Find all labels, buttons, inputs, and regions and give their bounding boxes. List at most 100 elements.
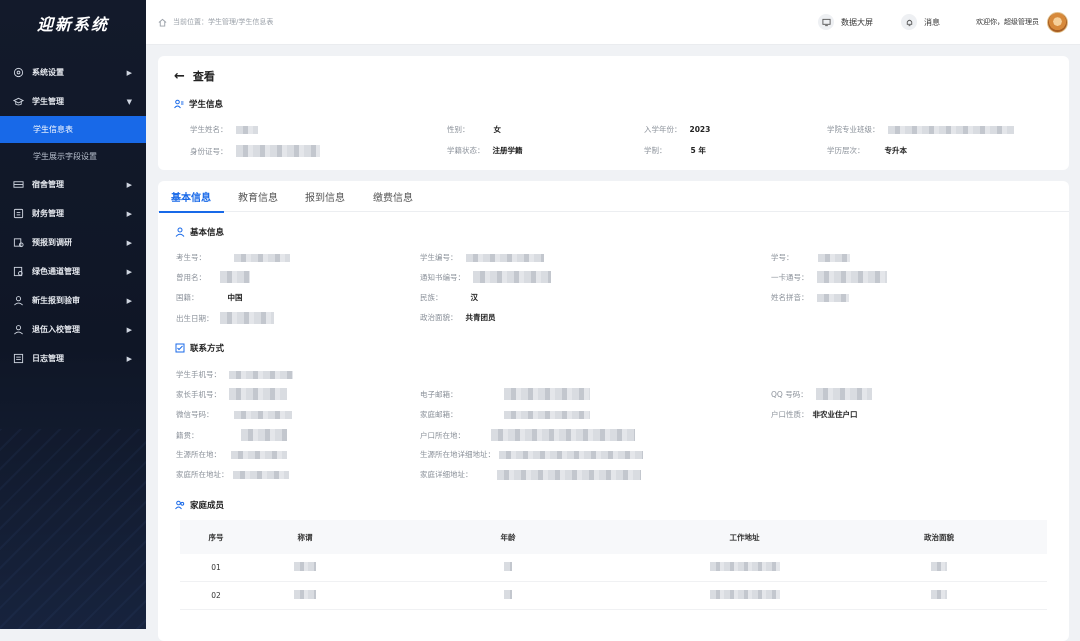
- redacted-value: [503, 410, 590, 419]
- tab-education-info[interactable]: 教育信息: [238, 181, 278, 212]
- back-arrow-icon[interactable]: ←: [174, 69, 185, 84]
- chevron-right-icon: ▶: [126, 238, 132, 247]
- sidebar-item-pre-registration-survey[interactable]: 预报到调研 ▶: [0, 228, 146, 257]
- chevron-down-icon: ▼: [126, 97, 132, 106]
- sidebar-item-registration-review[interactable]: 新生报到验审 ▶: [0, 286, 146, 315]
- redacted-value: [503, 388, 590, 400]
- bell-icon: [901, 14, 917, 30]
- tab-registration-info[interactable]: 报到信息: [305, 181, 345, 212]
- redacted-value: [219, 312, 274, 324]
- field-college-major-class: 学院专业班级：: [827, 124, 1014, 135]
- avatar[interactable]: [1047, 11, 1068, 33]
- chevron-right-icon: ▶: [126, 296, 132, 305]
- redacted-value: [235, 125, 258, 134]
- field-parent-mobile: 家长手机号：: [176, 388, 287, 400]
- field-exam-number: 考生号：: [176, 252, 290, 263]
- sidebar-item-veteran-admission[interactable]: 退伍入校管理 ▶: [0, 315, 146, 344]
- sidebar-menu: 系统设置 ▶ 学生管理 ▼ 学生信息表 学生展示字段设置 宿舍管理 ▶ 财务管理…: [0, 58, 146, 373]
- field-source-address-detail: 生源所在地详细地址：: [420, 449, 643, 460]
- redacted-value: [504, 590, 512, 599]
- contact-card-icon: [175, 343, 185, 353]
- column-header: 年龄: [500, 532, 516, 542]
- sidebar-item-label: 预报到调研: [32, 238, 72, 247]
- redacted-value: [499, 450, 643, 459]
- home-icon: [158, 18, 167, 27]
- user-group-icon: [174, 99, 184, 109]
- green-channel-icon: [13, 266, 24, 277]
- field-source-location: 生源所在地：: [176, 449, 287, 460]
- sidebar-item-label: 退伍入校管理: [32, 325, 80, 334]
- sidebar-item-green-channel[interactable]: 绿色通道管理 ▶: [0, 257, 146, 286]
- finance-icon: [13, 208, 24, 219]
- chevron-right-icon: ▶: [126, 180, 132, 189]
- sidebar-item-finance[interactable]: 财务管理 ▶: [0, 199, 146, 228]
- breadcrumb: 当前位置：学生管理/学生信息表: [158, 17, 273, 27]
- field-qq: QQ 号码：: [771, 388, 872, 400]
- settings-icon: [13, 67, 24, 78]
- contact-heading: 联系方式: [175, 342, 224, 354]
- monitor-icon: [818, 14, 834, 30]
- data-screen-button[interactable]: 数据大屏: [818, 14, 873, 30]
- sidebar-item-label: 新生报到验审: [32, 296, 80, 305]
- row-number: 02: [211, 591, 221, 600]
- field-home-mailbox: 家庭邮箱：: [420, 409, 590, 420]
- column-header: 工作地址: [729, 532, 760, 542]
- user-icon: [175, 227, 185, 237]
- sidebar-item-label: 系统设置: [32, 68, 64, 77]
- sidebar-item-system-settings[interactable]: 系统设置 ▶: [0, 58, 146, 87]
- field-home-address: 家庭所在地址：: [176, 469, 289, 480]
- redacted-value: [294, 562, 316, 571]
- top-bar: 当前位置：学生管理/学生信息表 数据大屏 消息 欢迎你，超级管理员: [146, 0, 1080, 45]
- chevron-right-icon: ▶: [126, 68, 132, 77]
- sidebar-item-student-management[interactable]: 学生管理 ▼: [0, 87, 146, 116]
- redacted-value: [465, 253, 544, 262]
- redacted-value: [231, 450, 287, 459]
- field-id-number: 身份证号：: [190, 145, 320, 157]
- sidebar-item-label: 学生管理: [32, 97, 64, 106]
- sidebar: 迎新系统 系统设置 ▶ 学生管理 ▼ 学生信息表 学生展示字段设置 宿舍管理 ▶…: [0, 0, 146, 629]
- field-study-length: 学制： 5 年: [644, 146, 706, 155]
- sidebar-item-log-management[interactable]: 日志管理 ▶: [0, 344, 146, 373]
- survey-icon: [13, 237, 24, 248]
- messages-button[interactable]: 消息: [901, 14, 940, 30]
- field-home-address-detail: 家庭详细地址：: [420, 469, 641, 480]
- page-title: ← 查看: [174, 68, 215, 84]
- redacted-value: [504, 562, 512, 571]
- student-info-card: ← 查看 学生信息 学生姓名： 性别：女 入学年份： 2023 学院专业班级： 身…: [158, 56, 1069, 170]
- bed-icon: [13, 179, 24, 190]
- redacted-value: [709, 590, 780, 599]
- chevron-right-icon: ▶: [126, 267, 132, 276]
- redacted-value: [817, 253, 850, 262]
- field-nationality: 国籍： 中国: [176, 293, 243, 302]
- field-hukou-type: 户口性质： 非农业住户口: [771, 410, 858, 419]
- field-enroll-status: 学籍状态： 注册学籍: [447, 146, 523, 155]
- sidebar-subitem-display-fields[interactable]: 学生展示字段设置: [0, 143, 146, 170]
- user-group-icon: [175, 500, 185, 510]
- tab-basic-info[interactable]: 基本信息: [159, 181, 224, 213]
- table-row: 02: [180, 582, 1047, 610]
- chevron-right-icon: ▶: [126, 354, 132, 363]
- sidebar-item-label: 财务管理: [32, 209, 64, 218]
- row-number: 01: [211, 563, 221, 572]
- chevron-right-icon: ▶: [126, 325, 132, 334]
- detail-tabs: 基本信息 教育信息 报到信息 缴费信息: [158, 181, 1069, 213]
- sidebar-item-dormitory[interactable]: 宿舍管理 ▶: [0, 170, 146, 199]
- tab-payment-info[interactable]: 缴费信息: [373, 181, 413, 212]
- column-header: 称谓: [297, 532, 313, 542]
- column-header: 政治面貌: [924, 532, 954, 542]
- field-political-status: 政治面貌： 共青团员: [420, 313, 496, 322]
- redacted-value: [229, 388, 287, 400]
- field-name-pinyin: 姓名拼音：: [771, 292, 849, 303]
- page-title-text: 查看: [192, 70, 215, 83]
- field-student-id: 学号：: [771, 252, 850, 263]
- field-student-mobile: 学生手机号：: [176, 369, 293, 380]
- sidebar-subitem-student-info-table[interactable]: 学生信息表: [0, 116, 146, 143]
- redacted-value: [294, 590, 316, 599]
- user-icon: [13, 324, 24, 335]
- field-notice-number: 通知书编号：: [420, 271, 551, 283]
- user-check-icon: [13, 295, 24, 306]
- redacted-value: [473, 271, 551, 283]
- redacted-value: [887, 125, 1014, 134]
- redacted-value: [816, 293, 849, 302]
- field-wechat: 微信号码：: [176, 409, 292, 420]
